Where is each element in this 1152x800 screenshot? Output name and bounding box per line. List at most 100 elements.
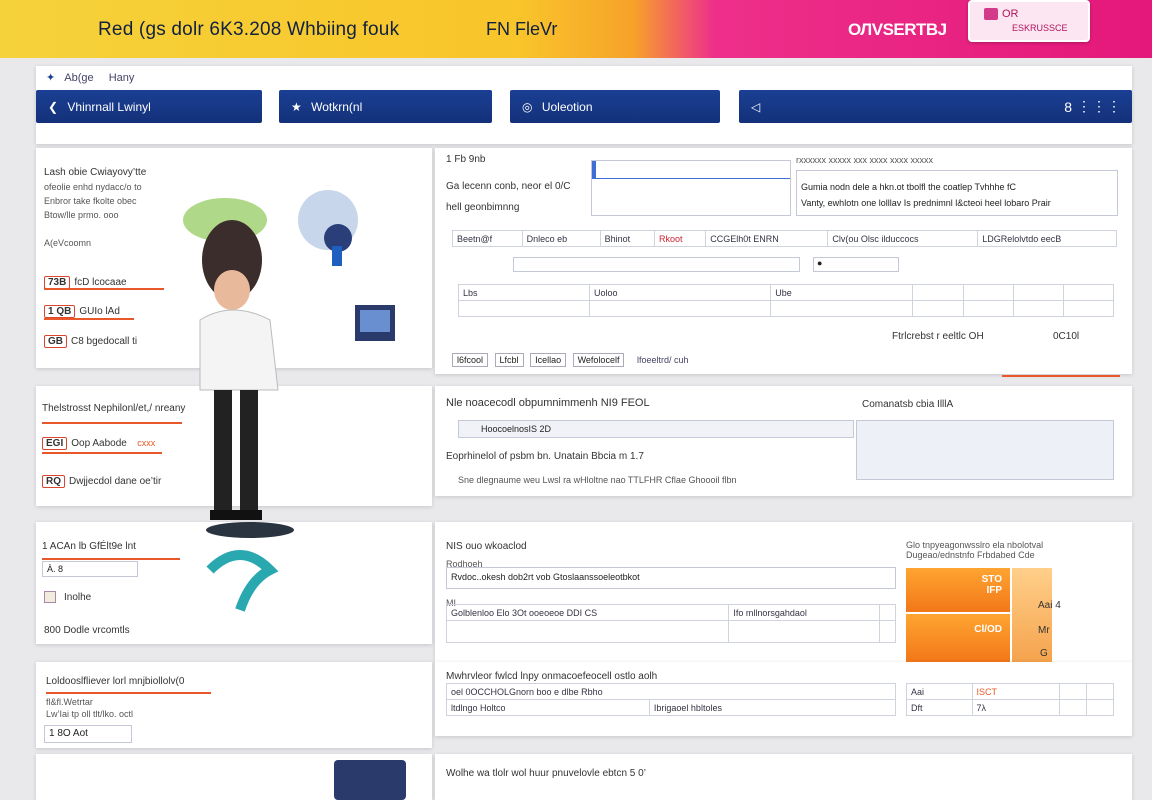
table-cell [878,620,897,643]
left-card-1-text: Lash obie Cwiayovy’tte ofeolie enhd nyda… [44,166,146,222]
main2-title: Nle noacecodl obpumnimmenh NI9 FEOL [446,397,650,409]
main3-bullet-1: Glo tnpyeagonwsslro ela nbolotval [906,540,1044,550]
table-row[interactable] [457,300,1115,317]
table-row[interactable]: Aai ISCT [906,683,1114,700]
table-row[interactable]: Lbs Uoloo Ube [457,284,1115,301]
left-row-2[interactable]: 1 QB GUIo lAd [44,301,120,319]
row-text: Oop Aabode [71,438,127,449]
table-row[interactable]: Golblenloo Elo 3Ot ooeoeoe DDI CS Ifo mll… [445,604,897,621]
main5-title: Wolhe wa tlolr wol huur pnuvelovle ebtcn… [446,768,646,779]
breadcrumb-home[interactable]: Ab(ge [64,72,93,84]
promo-icon [984,8,998,21]
main2-side-box[interactable] [856,420,1114,480]
card-label: Cl/OD [974,624,1002,635]
nav-item-2-label: Wotkrn(nl [311,100,363,114]
left-row-3[interactable]: GB C8 bgedocall ti [44,331,137,349]
nav-back-button[interactable]: ❮ Vhinrnall Lwinyl [36,90,262,123]
table-cell [457,300,591,317]
table-cell: Ibrigaoel hbltoles [648,699,897,716]
app-title: Red (gs dolr 6K3.208 Whbiing fouk [98,19,400,40]
promo-card-2[interactable]: Cl/OD [906,614,1010,662]
table-header-row: Beetn@f Dnleco eb Bhinot Rkoot CCGElh0t … [452,230,1117,247]
main3-table: Golblenloo Elo 3Ot ooeoeoe DDI CS Ifo mll… [445,604,897,643]
main3-title: NIS ouo wkoaclod [446,541,527,552]
main1-input-2[interactable]: ● [813,257,899,272]
table-cell [1086,683,1114,700]
row-badge: 1 QB [44,305,76,318]
left2-row-1[interactable]: Thelstrosst Nephilonl/et,/ nreany [42,403,185,414]
more-icon[interactable]: ⋮⋮⋮ [1077,98,1122,115]
row-badge: EGI [42,437,68,450]
table-cell [962,284,1014,301]
main1-input-1[interactable] [513,257,800,272]
desc-line-1: Gumia nodn dele a hkn.ot tbolfl the coat… [801,182,1016,192]
breadcrumb-current[interactable]: Hany [109,72,135,84]
main4-table: oel 0OCCHOLGnorn boo e dlbe Rbho ltdlngo… [446,683,897,716]
table-cell [1059,699,1088,716]
main1-table: Beetn@f Dnleco eb Bhinot Rkoot CCGElh0t … [452,230,1117,247]
table-cell: Lbs [457,284,591,301]
promo-card-1[interactable]: STO IFP [906,568,1010,612]
nav-item-3[interactable]: ◎ Uoleotion [510,90,720,123]
input-value: 1 8O Aot [49,728,88,739]
main1-description-box: Gumia nodn dele a hkn.ot tbolfl the coat… [796,170,1118,216]
action-button-3[interactable]: Icellao [530,353,567,367]
dropdown-value: HoocoelnosIS 2D [481,424,552,434]
table-row[interactable]: oel 0OCCHOLGnorn boo e dlbe Rbho [446,683,896,700]
table-header[interactable]: Clv(ou Olsc ilduccocs [827,230,979,247]
main3-input[interactable]: Rvdoc..okesh dob2rt vob Gtoslaanssoeleot… [446,567,896,589]
table-cell [912,284,964,301]
nav-item-3-icon: ◎ [522,100,533,114]
table-cell [1012,300,1064,317]
main1-line-1: Ga lecenn conb, neor el 0/C [446,181,571,192]
action-button-4[interactable]: Wefolocelf [572,353,625,367]
main2-right-label: Comanatsb cbia IlllA [862,399,954,410]
action-button-2[interactable]: Lfcbl [494,353,524,367]
action-button-1[interactable]: l6fcool [452,353,489,367]
left2-row-3[interactable]: RQ Dwjjecdol dane oe’tir [42,471,161,489]
left-line-2: ofeolie enhd nydacc/o to [44,182,142,192]
left2-row-2[interactable]: EGI Oop Aabode cxxx [42,433,155,451]
main1-link[interactable]: lfoeeltrd/ cuh [637,355,689,365]
promo-line2: ESKRUSSCE [1012,23,1068,33]
left3-row-4[interactable]: 800 Dodle vrcomtls [44,625,130,636]
left3-field[interactable]: À. 8 [42,561,138,577]
table-cell [1062,300,1115,317]
main1-text-area[interactable] [591,160,791,216]
table-cell: 7λ [971,699,1061,716]
table-header[interactable]: LDGRelolvtdo eecB [977,230,1117,247]
divider [44,288,164,290]
left-line-1: Lash obie Cwiayovy’tte [44,167,147,178]
left3-row-3[interactable]: Inolhe [64,592,91,603]
promo-badge[interactable]: OR ESKRUSSCE [968,0,1090,42]
home-icon[interactable]: ✦ [46,72,55,84]
table-header[interactable]: Bhinot [599,230,656,247]
divider [42,452,162,454]
main1-data-table: Lbs Uoloo Ube [457,284,1115,317]
banner-subtitle: FN FleVr [486,19,558,39]
table-row[interactable]: Dft 7λ [906,699,1114,716]
left4-input[interactable]: 1 8O Aot [44,725,132,743]
left-line-3: Enbror take fkolte obec [44,196,137,206]
main2-dropdown[interactable]: HoocoelnosIS 2D [458,420,854,438]
nav-search-bar[interactable]: ◁ 8 ⋮⋮⋮ [739,90,1132,123]
main1-caption: rxxxxxx xxxxx xxx xxxx xxxx xxxxx [796,155,933,165]
table-cell [770,300,914,317]
table-row[interactable] [445,620,897,643]
table-header[interactable]: Beetn@f [452,230,523,247]
table-header[interactable]: Rkoot [654,230,707,247]
left4-row-1[interactable]: Loldooslfliever lorl mnjbiollolv(0 [46,676,184,687]
left3-check-icon[interactable] [44,591,56,603]
person-illustration [183,190,395,612]
left4-row-2: fl&fl.Wetrtar [46,697,93,707]
table-row[interactable]: ltdlngo Holtco Ibrigaoel hbltoles [446,699,897,716]
nav-item-2-icon: ★ [291,100,302,114]
main1-total-value: 0C10l [1053,331,1080,342]
breadcrumb: ✦ Ab(ge Hany [46,71,134,84]
table-header[interactable]: Dnleco eb [521,230,601,247]
table-cell: Ube [770,284,914,301]
left3-row-1[interactable]: 1 ACAn lb GfÉlt9e lnt [42,541,136,552]
nav-item-2[interactable]: ★ Wotkrn(nl [279,90,492,123]
table-header[interactable]: CCGElh0t ENRN [705,230,829,247]
table-cell [1062,284,1115,301]
